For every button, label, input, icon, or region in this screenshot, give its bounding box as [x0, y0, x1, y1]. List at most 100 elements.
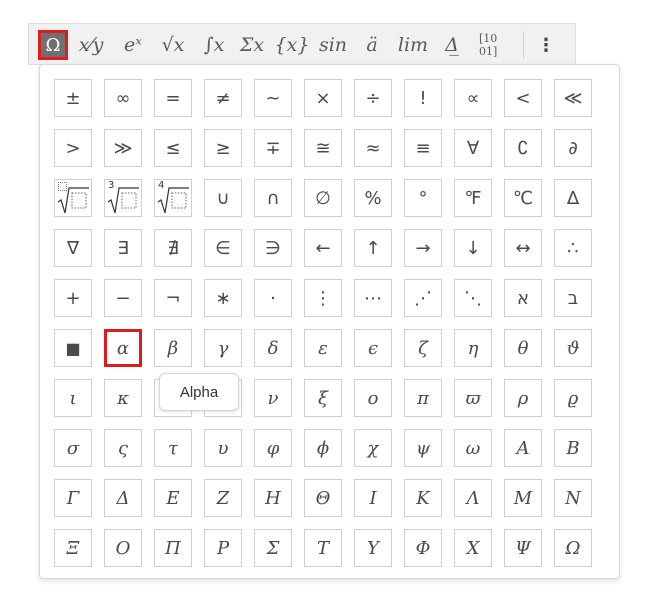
symbol-cell[interactable]: ↓	[454, 229, 492, 267]
symbol-cell[interactable]: ϱ	[554, 379, 592, 417]
symbol-cell[interactable]: ν	[254, 379, 292, 417]
symbol-cell[interactable]: π	[404, 379, 442, 417]
symbol-cell[interactable]: Η	[254, 479, 292, 517]
symbol-cell[interactable]: ϵ	[354, 329, 392, 367]
symbol-cell[interactable]: η	[454, 329, 492, 367]
symbol-cell[interactable]: Ο	[104, 529, 142, 567]
symbol-cell[interactable]: ↔	[504, 229, 542, 267]
symbol-cell[interactable]: <	[504, 79, 542, 117]
symbol-cell[interactable]: ∇	[54, 229, 92, 267]
symbol-cell[interactable]: ∈	[204, 229, 242, 267]
symbol-cell[interactable]: ∗	[204, 279, 242, 317]
symbol-cell[interactable]: 4	[154, 179, 192, 217]
symbol-cell[interactable]: ρ	[504, 379, 542, 417]
symbol-cell[interactable]: Χ	[454, 529, 492, 567]
summation-button[interactable]: Σx	[237, 31, 267, 59]
symbol-cell[interactable]: ≤	[154, 129, 192, 167]
matrix-button[interactable]: [10 01]	[479, 31, 507, 59]
symbol-cell[interactable]: ∆	[554, 179, 592, 217]
symbol-cell[interactable]: ω	[454, 429, 492, 467]
decoration-button[interactable]: Δ̲	[439, 31, 465, 59]
symbol-cell[interactable]: ב	[554, 279, 592, 317]
symbol-cell[interactable]: ο	[354, 379, 392, 417]
symbol-cell[interactable]	[54, 179, 92, 217]
symbol-cell[interactable]: −	[104, 279, 142, 317]
symbol-cell[interactable]: ⋱	[454, 279, 492, 317]
braces-button[interactable]: {x}	[275, 31, 310, 59]
symbol-cell[interactable]: Ν	[554, 479, 592, 517]
symbol-cell[interactable]: ±	[54, 79, 92, 117]
symbol-cell[interactable]: °	[404, 179, 442, 217]
accent-button[interactable]: ä	[361, 31, 383, 59]
symbol-cell[interactable]: ς	[104, 429, 142, 467]
symbol-cell[interactable]: א	[504, 279, 542, 317]
symbol-cell[interactable]: Δ	[104, 479, 142, 517]
symbol-cell[interactable]: Ρ	[204, 529, 242, 567]
trig-button[interactable]: sin	[317, 31, 349, 59]
symbol-cell[interactable]: ≡	[404, 129, 442, 167]
symbol-cell[interactable]: ℉	[454, 179, 492, 217]
symbol-cell[interactable]: ⋯	[354, 279, 392, 317]
symbol-cell[interactable]: τ	[154, 429, 192, 467]
symbol-cell[interactable]: ≈	[354, 129, 392, 167]
symbol-cell[interactable]: ∩	[254, 179, 292, 217]
symbol-cell[interactable]: Ζ	[204, 479, 242, 517]
symbol-cell[interactable]: Ι	[354, 479, 392, 517]
symbol-cell[interactable]: ■	[54, 329, 92, 367]
symbol-cell[interactable]: ⋰	[404, 279, 442, 317]
symbol-cell[interactable]: ϖ	[454, 379, 492, 417]
symbol-cell[interactable]: ≪	[554, 79, 592, 117]
symbol-cell[interactable]: ≅	[304, 129, 342, 167]
symbol-cell[interactable]: +	[54, 279, 92, 317]
symbol-cell[interactable]: ϑ	[554, 329, 592, 367]
symbol-cell[interactable]: ∂	[554, 129, 592, 167]
symbol-cell[interactable]: ∃	[104, 229, 142, 267]
symbol-cell[interactable]: Ε	[154, 479, 192, 517]
symbol-cell[interactable]: ϕ	[304, 429, 342, 467]
symbol-cell[interactable]: χ	[354, 429, 392, 467]
symbol-cell[interactable]: Τ	[304, 529, 342, 567]
symbol-cell[interactable]: ⋮	[304, 279, 342, 317]
symbol-cell[interactable]: ∞	[104, 79, 142, 117]
symbol-cell[interactable]: ≠	[204, 79, 242, 117]
symbol-cell[interactable]: Φ	[404, 529, 442, 567]
symbol-cell[interactable]: Υ	[354, 529, 392, 567]
symbol-cell[interactable]: ℃	[504, 179, 542, 217]
symbol-cell[interactable]: >	[54, 129, 92, 167]
symbol-cell[interactable]: ~	[254, 79, 292, 117]
symbol-cell[interactable]: Μ	[504, 479, 542, 517]
symbol-cell[interactable]: φ	[254, 429, 292, 467]
symbol-cell[interactable]: 3	[104, 179, 142, 217]
symbol-cell[interactable]: Α	[504, 429, 542, 467]
symbol-cell[interactable]: ↑	[354, 229, 392, 267]
symbol-cell[interactable]: ∋	[254, 229, 292, 267]
symbol-cell[interactable]: ∄	[154, 229, 192, 267]
square-root-button[interactable]: √x	[159, 31, 187, 59]
symbol-cell[interactable]: ε	[304, 329, 342, 367]
symbol-cell[interactable]: ≫	[104, 129, 142, 167]
limit-button[interactable]: lim	[397, 31, 429, 59]
symbol-cell[interactable]: Π	[154, 529, 192, 567]
symbol-cell[interactable]: Θ	[304, 479, 342, 517]
symbol-cell[interactable]: ·	[254, 279, 292, 317]
symbol-cell[interactable]: κ	[104, 379, 142, 417]
symbol-cell[interactable]: !	[404, 79, 442, 117]
symbol-cell[interactable]: ι	[54, 379, 92, 417]
symbol-cell[interactable]: ←	[304, 229, 342, 267]
more-options-button[interactable]: ⋮	[537, 31, 555, 59]
symbol-cell[interactable]: ξ	[304, 379, 342, 417]
symbol-cell[interactable]: ζ	[404, 329, 442, 367]
exponent-button[interactable]: eˣ	[119, 31, 147, 59]
symbol-cell[interactable]: Γ	[54, 479, 92, 517]
symbol-cell[interactable]: Ξ	[54, 529, 92, 567]
symbol-cell[interactable]: γ	[204, 329, 242, 367]
symbol-cell[interactable]: υ	[204, 429, 242, 467]
symbol-cell[interactable]: θ	[504, 329, 542, 367]
symbol-cell[interactable]: ψ	[404, 429, 442, 467]
symbol-cell[interactable]: %	[354, 179, 392, 217]
symbol-cell[interactable]: Κ	[404, 479, 442, 517]
symbol-cell[interactable]: ×	[304, 79, 342, 117]
symbol-cell[interactable]: Σ	[254, 529, 292, 567]
symbol-cell[interactable]: Ψ	[504, 529, 542, 567]
symbol-cell[interactable]: ∅	[304, 179, 342, 217]
